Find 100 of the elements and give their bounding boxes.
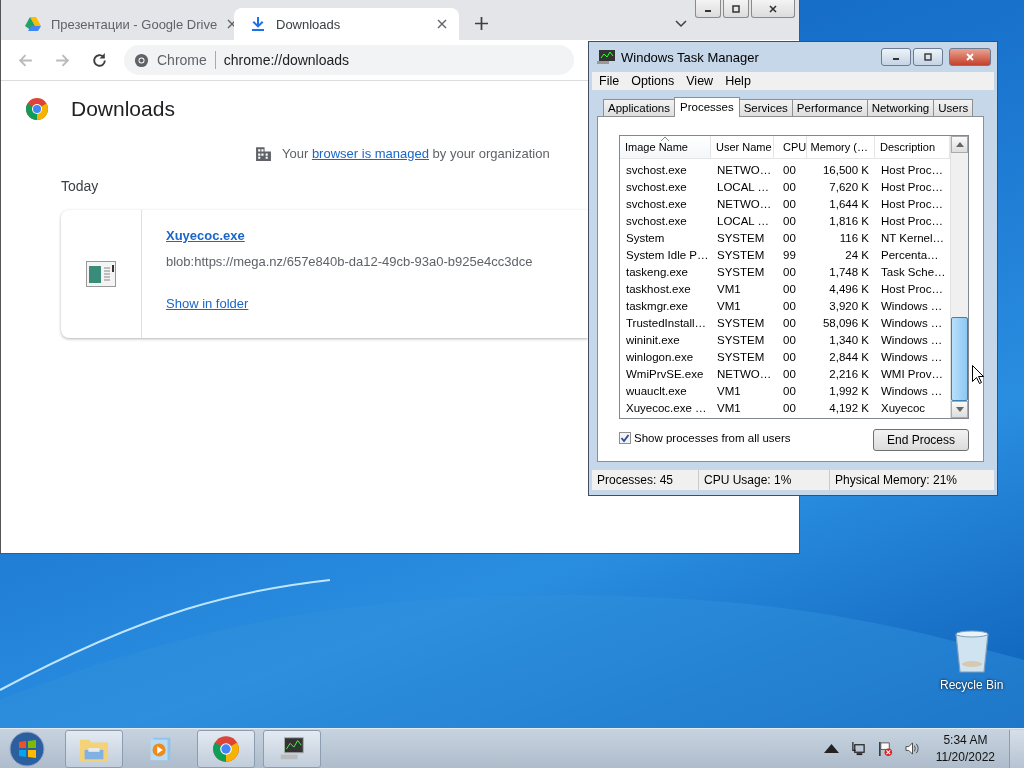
recycle-bin-icon[interactable] [953,630,990,674]
window-title: Windows Task Manager [621,49,759,65]
table-cell-text: Windows … [880,316,944,329]
browser-tab[interactable]: Downloads [234,8,459,40]
end-process-button[interactable]: End Process [873,429,969,451]
table-cell-text: 00 [782,350,797,363]
table-cell-text: Percenta… [880,248,940,261]
table-cell-text: WMI Prov… [880,367,944,380]
status-text: CPU Usage: 1% [699,470,830,490]
new-tab-icon[interactable] [475,17,488,30]
table-cell-text: Windows … [880,333,944,346]
speaker-icon[interactable] [904,741,920,756]
table-cell-text: Xuyecoc.exe … [625,401,708,414]
menu-item[interactable]: Help [725,74,751,88]
tab[interactable]: Services [738,99,793,116]
maximize-icon [731,3,741,14]
table-cell-text: taskhost.exe [625,282,692,295]
table-cell-text: 4,192 K [828,401,870,414]
show-in-folder-link[interactable]: Show in folder [166,296,249,311]
start-button[interactable] [9,730,45,767]
table-cell-text: 1,644 K [828,197,870,210]
tab[interactable]: Performance [791,99,868,116]
table-cell-text: 16,500 K [821,163,870,176]
taskbar-button[interactable] [263,729,321,768]
table-cell-text: svchost.exe [625,214,688,227]
status-text: Physical Memory: 21% [834,472,959,489]
table-cell-text: 58,096 K [821,316,870,329]
table-cell-text: SYSTEM [716,231,766,244]
close-button[interactable] [751,0,795,18]
table-cell-text: 00 [782,180,797,193]
status-text: Processes: 45 [592,470,699,490]
show-hidden-icons-arrow-icon[interactable] [823,741,839,756]
table-cell-text: NETWO… [716,197,773,210]
table-cell-text: Host Proc… [880,163,944,176]
checkbox[interactable] [619,432,631,444]
reload-icon[interactable] [91,51,108,69]
table-cell-text: 2,844 K [828,350,870,363]
table-cell-text: Host Proc… [880,197,944,210]
clock[interactable]: 5:34 AM 11/20/2022 [935,731,995,766]
table-cell-text: Windows … [880,299,944,312]
table-cell-text: 7,620 K [828,180,870,193]
minimize-button[interactable] [881,48,911,66]
table-cell-text: 00 [782,384,797,397]
table-cell-text: WmiPrvSE.exe [625,367,705,380]
table-cell-text: SYSTEM [716,333,766,346]
column-header[interactable]: Image Name [620,136,711,158]
table-cell-text: 00 [782,163,797,176]
table-cell-text: 00 [782,401,797,414]
table-cell-text: 00 [782,197,797,210]
table-cell-text: Task Sche… [880,265,947,278]
managed-link[interactable]: browser is managed [311,146,429,161]
column-header[interactable]: User Name [711,136,774,158]
chrome-logo-icon [211,734,241,763]
drive-icon [25,16,41,32]
table-cell-text: taskeng.exe [625,265,689,278]
table-cell-text: Host Proc… [880,214,944,227]
maximize-button[interactable] [723,0,749,18]
address-bar[interactable]: Chrome chrome://downloads [124,45,574,75]
show-all-users-checkbox[interactable]: Show processes from all users [619,432,791,444]
menu-item[interactable]: File [599,74,620,88]
column-header[interactable]: Memory (… [807,136,875,158]
table-cell-text: SYSTEM [716,350,766,363]
table-cell-text: Xuyecoc [880,401,927,414]
close-icon[interactable] [437,19,447,29]
table-cell-text: Windows … [880,350,944,363]
close-icon [964,53,976,61]
minimize-button[interactable] [695,0,721,18]
managed-notice-text: Your browser is managed by your organization [282,146,550,161]
file-name-link[interactable]: Xuyecoc.exe [166,228,245,243]
tab-search-chevron-icon[interactable] [675,20,687,28]
tab[interactable]: Applications [603,99,675,116]
browser-tab[interactable]: Презентации - Google Drive [9,8,234,40]
table-cell-text: svchost.exe [625,163,688,176]
monitor-icon [597,50,615,64]
tab[interactable]: Users [933,99,974,116]
tab[interactable]: Networking [866,99,935,116]
table-cell-text: TrustedInstall… [625,316,708,329]
table-cell-text: 99 [782,248,797,261]
scroll-bar[interactable] [950,136,968,418]
table-cell-text: VM1 [716,401,742,414]
table-cell-text: SYSTEM [716,265,766,278]
menu-item[interactable]: Options [631,74,675,88]
table-cell-text: winlogon.exe [625,350,695,363]
table-cell-text: VM1 [716,299,742,312]
table-cell-text: 00 [782,299,797,312]
minimize-icon [705,9,711,12]
column-header[interactable]: CPU [774,136,807,158]
flag-icon[interactable] [877,741,893,756]
table-cell-text: 24 K [844,248,870,261]
network-icon[interactable] [850,741,866,756]
table-cell-text: 00 [782,231,797,244]
close-button[interactable] [949,48,991,66]
table-cell-text: SYSTEM [716,248,766,261]
table-cell-text: System [625,231,666,244]
desktop-icon-label[interactable]: Recycle Bin [940,678,1004,692]
building-icon [255,145,272,162]
tab[interactable]: Processes [674,97,740,117]
maximize-button[interactable] [913,48,943,66]
table-cell-text: svchost.exe [625,180,688,193]
menu-item[interactable]: View [686,74,714,88]
